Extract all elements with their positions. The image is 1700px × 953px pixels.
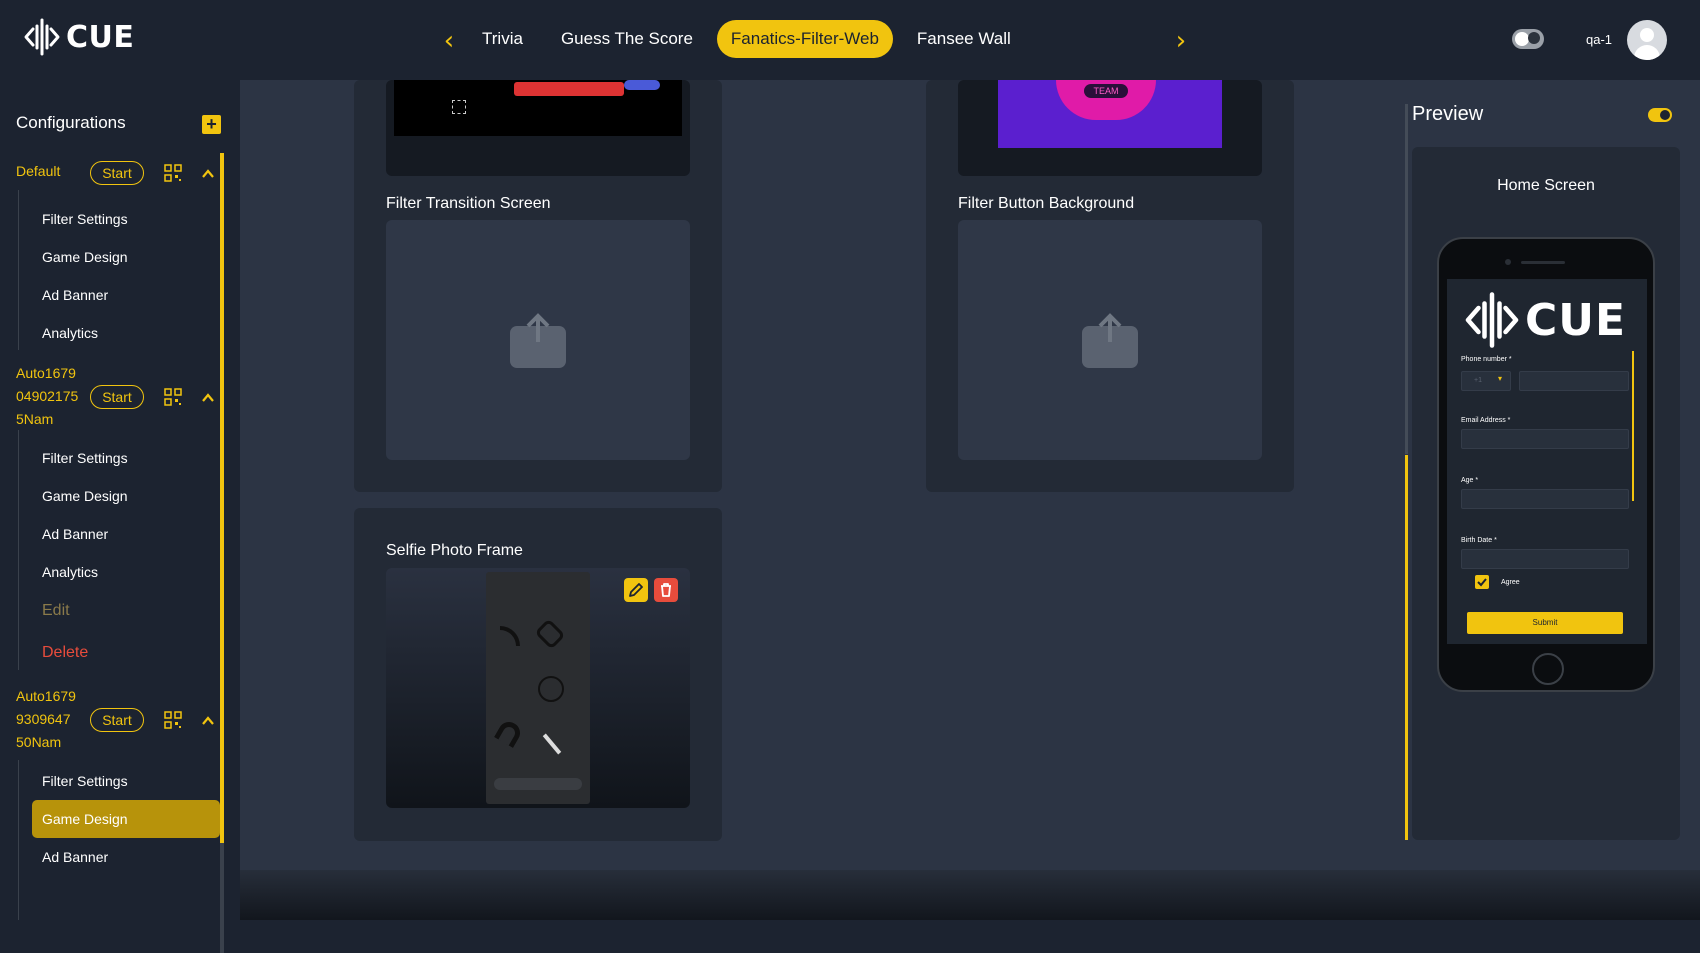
config-name[interactable]: Default — [16, 160, 60, 183]
filter-transition-card: Filter Transition Screen — [354, 80, 722, 492]
email-field[interactable] — [1461, 429, 1629, 449]
upload-icon — [510, 313, 566, 368]
cue-logo-icon — [24, 18, 60, 56]
sidebar-item-filter-settings[interactable]: Filter Settings — [42, 773, 128, 789]
main-content: Filter Transition Screen TEAM Filter But… — [240, 80, 1400, 870]
card-title: Filter Transition Screen — [386, 195, 551, 212]
user-icon — [1640, 28, 1654, 42]
upload-icon — [1082, 313, 1138, 368]
selfie-frame-image — [386, 568, 690, 808]
sidebar-item-analytics[interactable]: Analytics — [42, 564, 98, 580]
sidebar-title: Configurations — [16, 113, 126, 132]
cue-logo-icon — [1465, 292, 1519, 348]
preview-toggle[interactable] — [1648, 108, 1672, 122]
collapse-chevron-icon[interactable] — [200, 391, 216, 405]
phone-mockup: CUE Phone number * +1 ▾ Email Address * … — [1437, 237, 1655, 692]
submit-button[interactable]: Submit — [1467, 612, 1623, 634]
sidebar-item-filter-settings[interactable]: Filter Settings — [42, 211, 128, 227]
sidebar-scrollbar[interactable] — [220, 153, 224, 843]
preview-logo: CUE — [1465, 291, 1626, 349]
start-button[interactable]: Start — [90, 161, 144, 185]
tab-guess-the-score[interactable]: Guess The Score — [547, 20, 707, 58]
speaker — [1521, 261, 1565, 264]
preview-scroll-track — [1405, 104, 1408, 454]
phone-screenshot — [486, 572, 590, 804]
filter-button-background-card: TEAM Filter Button Background — [926, 80, 1294, 492]
camera-icon — [1505, 259, 1511, 265]
collapse-chevron-icon[interactable] — [200, 714, 216, 728]
phone-scrollbar — [1632, 351, 1634, 501]
phone-screen: CUE Phone number * +1 ▾ Email Address * … — [1447, 279, 1647, 644]
sidebar-item-game-design[interactable]: Game Design — [42, 249, 128, 265]
tab-fanatics-filter-web[interactable]: Fanatics-Filter-Web — [716, 20, 893, 58]
collapse-chevron-icon[interactable] — [200, 167, 216, 181]
upload-dropzone[interactable] — [958, 220, 1262, 460]
chevron-down-icon: ▾ — [1498, 374, 1503, 383]
preview-title: Preview — [1412, 103, 1484, 125]
card-title: Selfie Photo Frame — [386, 542, 523, 559]
phone-number-field[interactable] — [1519, 371, 1629, 391]
image-thumbnail: TEAM — [958, 80, 1262, 176]
config-name[interactable]: Auto1679 9309647 50Nam — [16, 685, 76, 754]
checkmark-icon — [1477, 578, 1487, 587]
top-bar: CUE ‹ Trivia Guess The Score Fanatics-Fi… — [0, 0, 1700, 80]
sidebar-item-filter-settings[interactable]: Filter Settings — [42, 450, 128, 466]
sidebar-item-ad-banner[interactable]: Ad Banner — [42, 287, 108, 303]
add-configuration-button[interactable]: + — [202, 115, 221, 134]
qr-code-icon[interactable] — [164, 711, 182, 729]
app-logo[interactable]: CUE — [24, 18, 134, 56]
birth-date-field[interactable] — [1461, 549, 1629, 569]
sidebar-item-ad-banner[interactable]: Ad Banner — [42, 526, 108, 542]
footer-bar — [240, 870, 1700, 920]
home-button — [1532, 653, 1564, 685]
email-label: Email Address * — [1461, 417, 1511, 424]
qr-code-icon[interactable] — [164, 388, 182, 406]
preview-screen-title: Home Screen — [1497, 177, 1595, 194]
game-tabs: Trivia Guess The Score Fanatics-Filter-W… — [468, 20, 1025, 58]
avatar[interactable] — [1627, 20, 1667, 60]
upload-dropzone[interactable] — [386, 220, 690, 460]
team-badge-text: TEAM — [1084, 84, 1128, 98]
theme-toggle[interactable] — [1512, 29, 1544, 49]
pencil-icon — [629, 583, 643, 597]
edit-image-button[interactable] — [624, 578, 648, 602]
start-button[interactable]: Start — [90, 385, 144, 409]
config-name[interactable]: Auto1679 04902175 5Nam — [16, 362, 78, 431]
card-title: Filter Button Background — [958, 195, 1135, 212]
sidebar-item-analytics[interactable]: Analytics — [42, 325, 98, 341]
age-field[interactable] — [1461, 489, 1629, 509]
preview-scrollbar[interactable] — [1405, 455, 1408, 840]
agree-label: Agree — [1501, 579, 1520, 586]
country-code-select[interactable]: +1 ▾ — [1461, 371, 1511, 391]
sidebar-item-game-design[interactable]: Game Design — [42, 811, 128, 827]
sidebar-scroll-track — [220, 843, 224, 953]
tabs-prev-arrow-icon[interactable]: ‹ — [434, 24, 464, 58]
sidebar-item-game-design[interactable]: Game Design — [42, 488, 128, 504]
tab-trivia[interactable]: Trivia — [468, 20, 537, 58]
sidebar-item-ad-banner[interactable]: Ad Banner — [42, 849, 108, 865]
trash-icon — [661, 583, 671, 597]
agree-checkbox[interactable] — [1475, 575, 1489, 589]
logo-text: CUE — [66, 19, 135, 55]
logo-text: CUE — [1525, 294, 1627, 346]
toggle-knob — [1515, 32, 1529, 46]
edit-configuration-button[interactable]: Edit — [42, 602, 70, 620]
selfie-photo-frame-card: Selfie Photo Frame — [354, 508, 722, 841]
delete-configuration-button[interactable]: Delete — [42, 644, 88, 662]
delete-image-button[interactable] — [654, 578, 678, 602]
tab-fansee-wall[interactable]: Fansee Wall — [903, 20, 1025, 58]
qr-code-icon[interactable] — [164, 164, 182, 182]
age-label: Age * — [1461, 477, 1479, 484]
tabs-next-arrow-icon[interactable]: › — [1166, 24, 1196, 58]
birth-date-label: Birth Date * — [1461, 537, 1497, 544]
start-button[interactable]: Start — [90, 708, 144, 732]
moon-icon — [1528, 32, 1540, 44]
sidebar: Configurations + Default Start Filter Se… — [0, 80, 240, 953]
image-thumbnail — [386, 80, 690, 176]
phone-number-label: Phone number * — [1461, 356, 1512, 363]
username: qa-1 — [1586, 32, 1613, 47]
